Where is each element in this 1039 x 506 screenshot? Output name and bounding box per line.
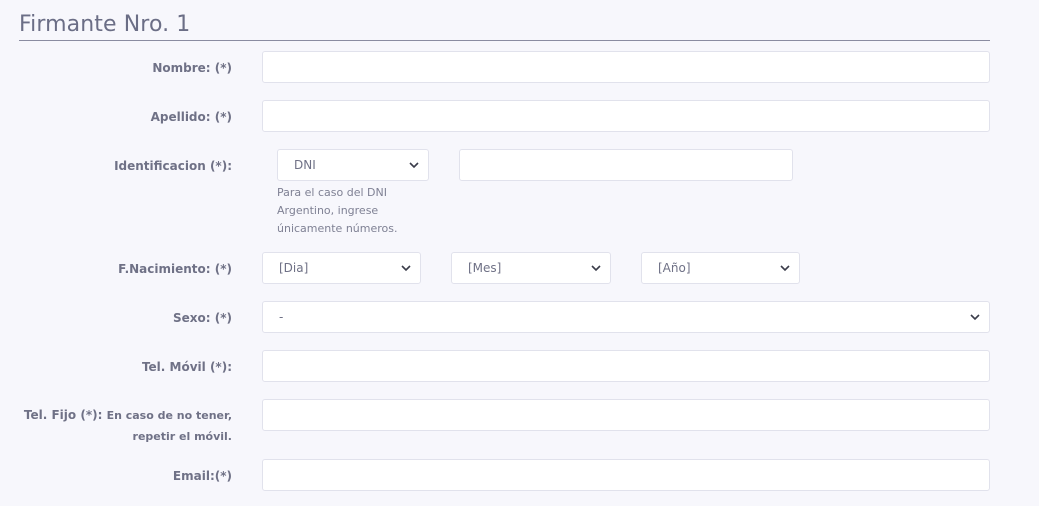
movil-input[interactable] bbox=[262, 350, 990, 382]
birth-day-value: [Dia] bbox=[279, 261, 309, 275]
section-divider bbox=[19, 40, 990, 41]
birth-month-value: [Mes] bbox=[468, 261, 502, 275]
chevron-down-icon bbox=[780, 265, 790, 272]
sexo-value: - bbox=[279, 310, 284, 324]
id-hint-text: Para el caso del DNI Argentino, ingrese … bbox=[277, 186, 398, 235]
apellido-label: Apellido: (*) bbox=[150, 110, 232, 124]
sexo-label: Sexo: (*) bbox=[173, 311, 232, 325]
birth-month-select[interactable]: [Mes] bbox=[451, 252, 611, 284]
nacimiento-label: F.Nacimiento: (*) bbox=[118, 262, 232, 276]
apellido-input[interactable] bbox=[262, 100, 990, 132]
fijo-label-sub-b: repetir el móvil. bbox=[132, 430, 232, 443]
chevron-down-icon bbox=[409, 162, 419, 169]
chevron-down-icon bbox=[970, 314, 980, 321]
chevron-down-icon bbox=[401, 265, 411, 272]
signer-form-page: Firmante Nro. 1 Nombre: (*) Apellido: (*… bbox=[0, 0, 1039, 506]
birth-day-select[interactable]: [Dia] bbox=[262, 252, 421, 284]
movil-label: Tel. Móvil (*): bbox=[141, 360, 232, 374]
fijo-input[interactable] bbox=[262, 399, 990, 431]
birth-year-select[interactable]: [Año] bbox=[641, 252, 800, 284]
nombre-label: Nombre: (*) bbox=[152, 61, 232, 75]
fijo-label-sub-a: En caso de no tener, bbox=[106, 409, 232, 422]
section-title: Firmante Nro. 1 bbox=[19, 12, 191, 37]
id-type-value: DNI bbox=[294, 158, 316, 172]
chevron-down-icon bbox=[591, 265, 601, 272]
sexo-select[interactable]: - bbox=[262, 301, 990, 333]
email-label: Email:(*) bbox=[172, 469, 232, 483]
email-input[interactable] bbox=[262, 459, 990, 491]
id-type-select[interactable]: DNI bbox=[277, 149, 429, 181]
id-number-input[interactable] bbox=[459, 149, 793, 181]
birth-year-value: [Año] bbox=[658, 261, 691, 275]
identificacion-label: Identificacion (*): bbox=[114, 159, 232, 173]
fijo-label: Tel. Fijo (*): En caso de no tener, repe… bbox=[24, 405, 232, 447]
nombre-input[interactable] bbox=[262, 51, 990, 83]
fijo-label-main: Tel. Fijo (*): bbox=[23, 408, 103, 422]
